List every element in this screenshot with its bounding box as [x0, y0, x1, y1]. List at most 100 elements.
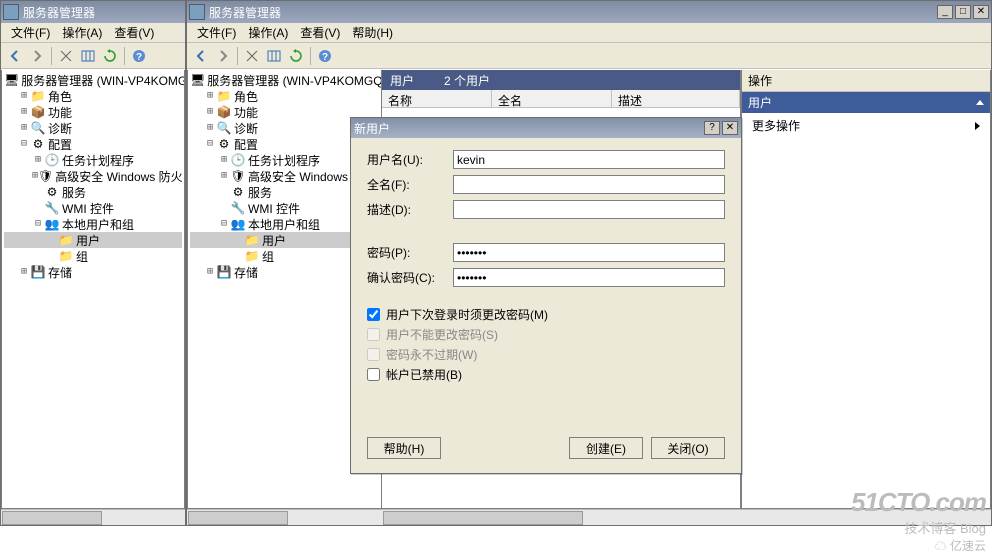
password-input[interactable]: [453, 243, 725, 262]
menu-file[interactable]: 文件(F): [191, 23, 242, 42]
columns-button[interactable]: [264, 46, 284, 66]
menu-help[interactable]: 帮助(H): [346, 23, 399, 42]
label-password: 密码(P):: [367, 244, 453, 261]
refresh-icon: [289, 49, 303, 63]
columns-icon: [81, 49, 95, 63]
cannot-change-label: 用户不能更改密码(S): [386, 326, 498, 343]
dialog-titlebar[interactable]: 新用户 ? ✕: [351, 118, 741, 138]
close-button[interactable]: ✕: [973, 5, 989, 19]
must-change-checkbox[interactable]: [367, 308, 380, 321]
tree-wmi[interactable]: 🔧WMI 控件: [4, 200, 182, 216]
app-icon: [3, 4, 19, 20]
server-manager-window-back: 服务器管理器 文件(F) 操作(A) 查看(V) ? 🖥服务器管理器 (WIN-…: [0, 0, 186, 526]
tree-localusers[interactable]: ⊟👥本地用户和组: [4, 216, 182, 232]
refresh-button[interactable]: [286, 46, 306, 66]
account-disabled-checkbox[interactable]: [367, 368, 380, 381]
diag-icon: 🔍: [216, 121, 232, 135]
tree-users[interactable]: 📁用户: [4, 232, 182, 248]
help-button[interactable]: ?: [315, 46, 335, 66]
firewall-icon: 🛡: [230, 169, 246, 183]
roles-icon: 📁: [30, 89, 46, 103]
confirm-password-input[interactable]: [453, 268, 725, 287]
col-name[interactable]: 名称: [382, 90, 492, 108]
username-input[interactable]: [453, 150, 725, 169]
users-icon: 👥: [44, 217, 60, 231]
refresh-icon: [103, 49, 117, 63]
arrow-right-icon: [216, 49, 230, 63]
dialog-help-button[interactable]: ?: [704, 121, 720, 135]
scrollbar-list[interactable]: [382, 509, 741, 525]
back-button[interactable]: [191, 46, 211, 66]
clock-icon: 🕒: [230, 153, 246, 167]
menu-action[interactable]: 操作(A): [242, 23, 294, 42]
tree-root[interactable]: 🖥服务器管理器 (WIN-VP4KOMGQQ9: [190, 72, 379, 88]
action-category[interactable]: 用户: [742, 92, 990, 113]
titlebar-back[interactable]: 服务器管理器: [1, 1, 185, 23]
tree-roles[interactable]: ⊞📁角色: [190, 88, 379, 104]
column-headers: 名称 全名 描述: [382, 90, 740, 108]
dialog-close-button[interactable]: ✕: [722, 121, 738, 135]
columns-icon: [267, 49, 281, 63]
wmi-icon: 🔧: [230, 201, 246, 215]
list-count: 2 个用户: [444, 72, 490, 89]
wmi-icon: 🔧: [44, 201, 60, 215]
label-username: 用户名(U):: [367, 151, 453, 168]
titlebar-front[interactable]: 服务器管理器 _ □ ✕: [187, 1, 991, 23]
columns-button[interactable]: [78, 46, 98, 66]
cut-button[interactable]: [56, 46, 76, 66]
tree-services[interactable]: ⚙服务: [4, 184, 182, 200]
menu-action[interactable]: 操作(A): [56, 23, 108, 42]
menu-file[interactable]: 文件(F): [5, 23, 56, 42]
menubar-front: 文件(F) 操作(A) 查看(V) 帮助(H): [187, 23, 991, 43]
tree-config[interactable]: ⊟⚙配置: [4, 136, 182, 152]
help-button[interactable]: 帮助(H): [367, 437, 441, 459]
roles-icon: 📁: [216, 89, 232, 103]
tree-root[interactable]: 🖥服务器管理器 (WIN-VP4KOMGQQ: [4, 72, 182, 88]
refresh-button[interactable]: [100, 46, 120, 66]
window-title: 服务器管理器: [209, 4, 281, 21]
create-button[interactable]: 创建(E): [569, 437, 643, 459]
forward-button[interactable]: [27, 46, 47, 66]
description-input[interactable]: [453, 200, 725, 219]
features-icon: 📦: [30, 105, 46, 119]
arrow-left-icon: [194, 49, 208, 63]
cut-button[interactable]: [242, 46, 262, 66]
menu-view[interactable]: 查看(V): [294, 23, 346, 42]
fullname-input[interactable]: [453, 175, 725, 194]
tree-storage[interactable]: ⊞💾存储: [4, 264, 182, 280]
storage-icon: 💾: [30, 265, 46, 279]
tree-advfw[interactable]: ⊞🛡高级安全 Windows 防火: [4, 168, 182, 184]
svg-text:?: ?: [136, 52, 142, 63]
tree-roles[interactable]: ⊞📁角色: [4, 88, 182, 104]
tree-tasksched[interactable]: ⊞🕒任务计划程序: [4, 152, 182, 168]
minimize-button[interactable]: _: [937, 5, 953, 19]
storage-icon: 💾: [216, 265, 232, 279]
tree-diag[interactable]: ⊞🔍诊断: [4, 120, 182, 136]
action-pane: 操作 用户 更多操作: [741, 70, 991, 509]
back-button[interactable]: [5, 46, 25, 66]
col-desc[interactable]: 描述: [612, 90, 740, 108]
diag-icon: 🔍: [30, 121, 46, 135]
forward-button[interactable]: [213, 46, 233, 66]
users-icon: 👥: [230, 217, 246, 231]
tree-groups[interactable]: 📁组: [4, 248, 182, 264]
scrollbar-back[interactable]: [1, 509, 185, 525]
help-button[interactable]: ?: [129, 46, 149, 66]
config-icon: ⚙: [30, 137, 46, 151]
maximize-button[interactable]: □: [955, 5, 971, 19]
folder-icon: 📁: [58, 233, 74, 247]
label-desc: 描述(D):: [367, 201, 453, 218]
scrollbar-tree[interactable]: [187, 509, 382, 525]
col-fullname[interactable]: 全名: [492, 90, 612, 108]
folder-icon: 📁: [244, 249, 260, 263]
action-more[interactable]: 更多操作: [742, 113, 990, 138]
tree-pane-back[interactable]: 🖥服务器管理器 (WIN-VP4KOMGQQ ⊞📁角色 ⊞📦功能 ⊞🔍诊断 ⊟⚙…: [1, 70, 185, 509]
list-title: 用户: [390, 72, 414, 89]
scissors-icon: [59, 49, 73, 63]
menu-view[interactable]: 查看(V): [108, 23, 160, 42]
chevron-up-icon: [976, 100, 984, 105]
close-button[interactable]: 关闭(O): [651, 437, 725, 459]
arrow-right-icon: [30, 49, 44, 63]
scissors-icon: [245, 49, 259, 63]
tree-features[interactable]: ⊞📦功能: [4, 104, 182, 120]
